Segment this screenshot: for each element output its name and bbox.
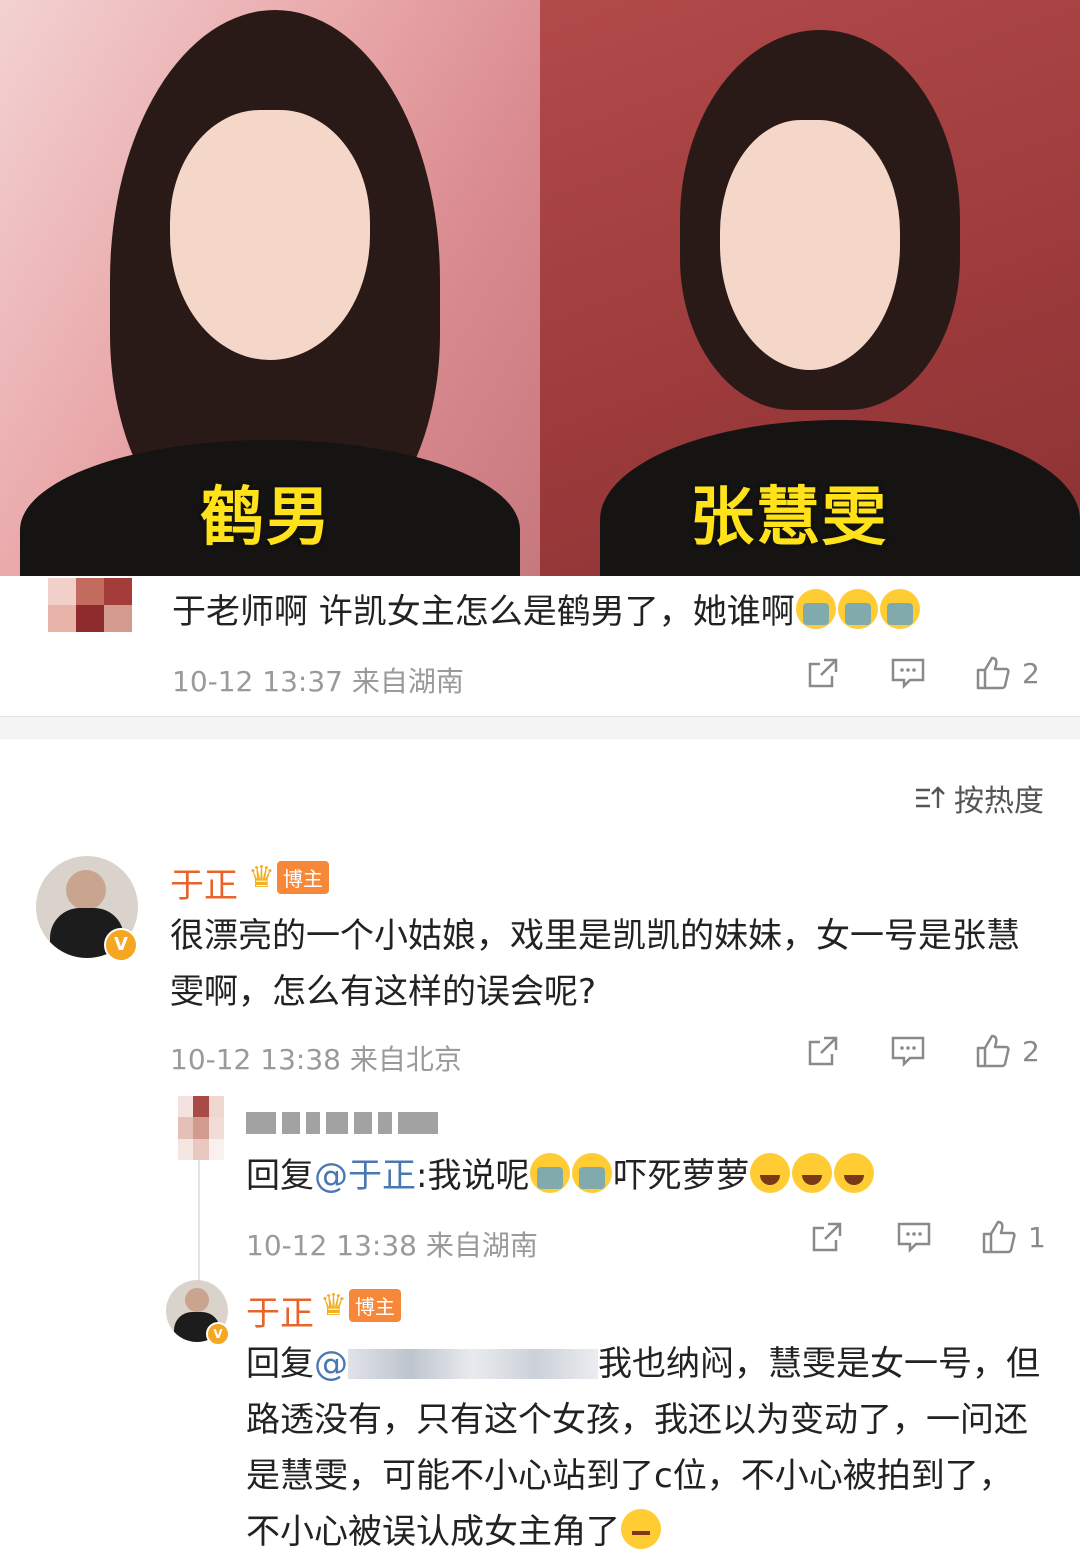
sort-label: 按热度 [954, 784, 1044, 819]
crown-icon: ♛ [320, 1288, 347, 1323]
blurred-username [246, 1112, 438, 1134]
crying-emoji-icon [530, 1153, 571, 1193]
comment-icon [891, 1036, 925, 1068]
like-count: 2 [1022, 1034, 1040, 1068]
verified-v-icon: V [206, 1322, 230, 1346]
blogger-badge: ♛ 博主 [320, 1288, 401, 1323]
comment-text: 很漂亮的一个小姑娘，戏里是凯凯的妹妹，女一号是张慧雯啊，怎么有这样的误会呢? [170, 916, 1020, 1012]
face-shape [720, 120, 900, 370]
like-count: 1 [1028, 1220, 1046, 1254]
photo-collage: 鹤男 张慧雯 [0, 0, 1080, 576]
thumbs-up-icon [976, 656, 1010, 690]
crying-emoji-icon [837, 589, 878, 629]
comment-time: 10-12 13:37 [172, 665, 343, 698]
avatar-face [185, 1288, 209, 1312]
like-count: 2 [1022, 656, 1040, 690]
awkward-emoji-icon [621, 1509, 661, 1549]
comment-meta: 10-12 13:37 来自湖南 [172, 660, 464, 700]
laughing-emoji-icon [834, 1153, 875, 1193]
reply-prefix: 回复 [246, 1156, 314, 1196]
reply-prefix: 回复 [246, 1344, 314, 1384]
comment-meta: 10-12 13:38 来自湖南 [246, 1224, 538, 1264]
comment-button[interactable] [896, 1220, 932, 1254]
laughing-emoji-icon [750, 1153, 791, 1193]
like-button[interactable]: 2 [974, 654, 1040, 692]
comment-button[interactable] [890, 656, 926, 690]
comment-body-2: 吓死萝萝 [613, 1156, 750, 1196]
share-button[interactable] [806, 656, 840, 690]
crying-emoji-icon [879, 589, 920, 629]
share-button[interactable] [806, 1034, 840, 1068]
sort-icon [916, 786, 945, 808]
comment-meta: 10-12 13:38 来自北京 [170, 1038, 462, 1078]
like-button[interactable]: 1 [980, 1218, 1046, 1256]
username[interactable]: 于正 [170, 858, 238, 907]
sort-button[interactable]: 按热度 [914, 776, 1044, 820]
comment-text: 回复@于正:我说呢 吓死萝萝 [246, 1148, 875, 1204]
comment-location: 来自北京 [349, 1043, 462, 1076]
comment-time: 10-12 13:38 [246, 1229, 417, 1262]
share-icon [808, 1036, 838, 1066]
comment-time: 10-12 13:38 [170, 1043, 341, 1076]
blurred-mention [348, 1349, 598, 1379]
comment-location: 来自湖南 [425, 1229, 538, 1262]
photo-right-label: 张慧雯 [690, 481, 888, 555]
mention-link[interactable]: @ [314, 1344, 348, 1384]
comment-button[interactable] [890, 1034, 926, 1068]
thumbs-up-icon [976, 1034, 1010, 1068]
username[interactable]: 于正 [246, 1286, 314, 1335]
share-icon [812, 1222, 842, 1252]
comment-icon [891, 658, 925, 690]
laughing-emoji-icon [792, 1153, 833, 1193]
crying-emoji-icon [795, 589, 836, 629]
like-button[interactable]: 2 [974, 1032, 1040, 1070]
comment-text: 于老师啊 许凯女主怎么是鹤男了，她谁啊 [172, 584, 921, 640]
avatar-pixelated [48, 578, 132, 632]
face-shape [170, 110, 370, 360]
section-divider [0, 716, 1080, 739]
comment-body: 于老师啊 许凯女主怎么是鹤男了，她谁啊 [172, 592, 795, 632]
comment-location: 来自湖南 [351, 665, 464, 698]
photo-right: 张慧雯 [540, 0, 1080, 576]
comment-icon [897, 1222, 931, 1254]
mention-link[interactable]: @于正 [314, 1156, 416, 1196]
avatar-pixelated [178, 1096, 224, 1160]
photo-left: 鹤男 [0, 0, 540, 576]
photo-left-label: 鹤男 [200, 481, 332, 555]
comment-body: :我说呢 [416, 1156, 530, 1196]
crying-emoji-icon [572, 1153, 613, 1193]
blogger-tag: 博主 [276, 861, 329, 894]
blogger-tag: 博主 [348, 1289, 401, 1322]
thumbs-up-icon [982, 1220, 1016, 1254]
blogger-badge: ♛ 博主 [248, 860, 329, 895]
comment-text: 回复@ 我也纳闷，慧雯是女一号，但路透没有，只有这个女孩，我还以为变动了，一问还是… [246, 1336, 1046, 1560]
share-button[interactable] [810, 1220, 844, 1254]
crown-icon: ♛ [248, 860, 275, 895]
share-icon [808, 658, 838, 688]
avatar-face [66, 870, 106, 910]
verified-v-icon: V [104, 928, 138, 962]
